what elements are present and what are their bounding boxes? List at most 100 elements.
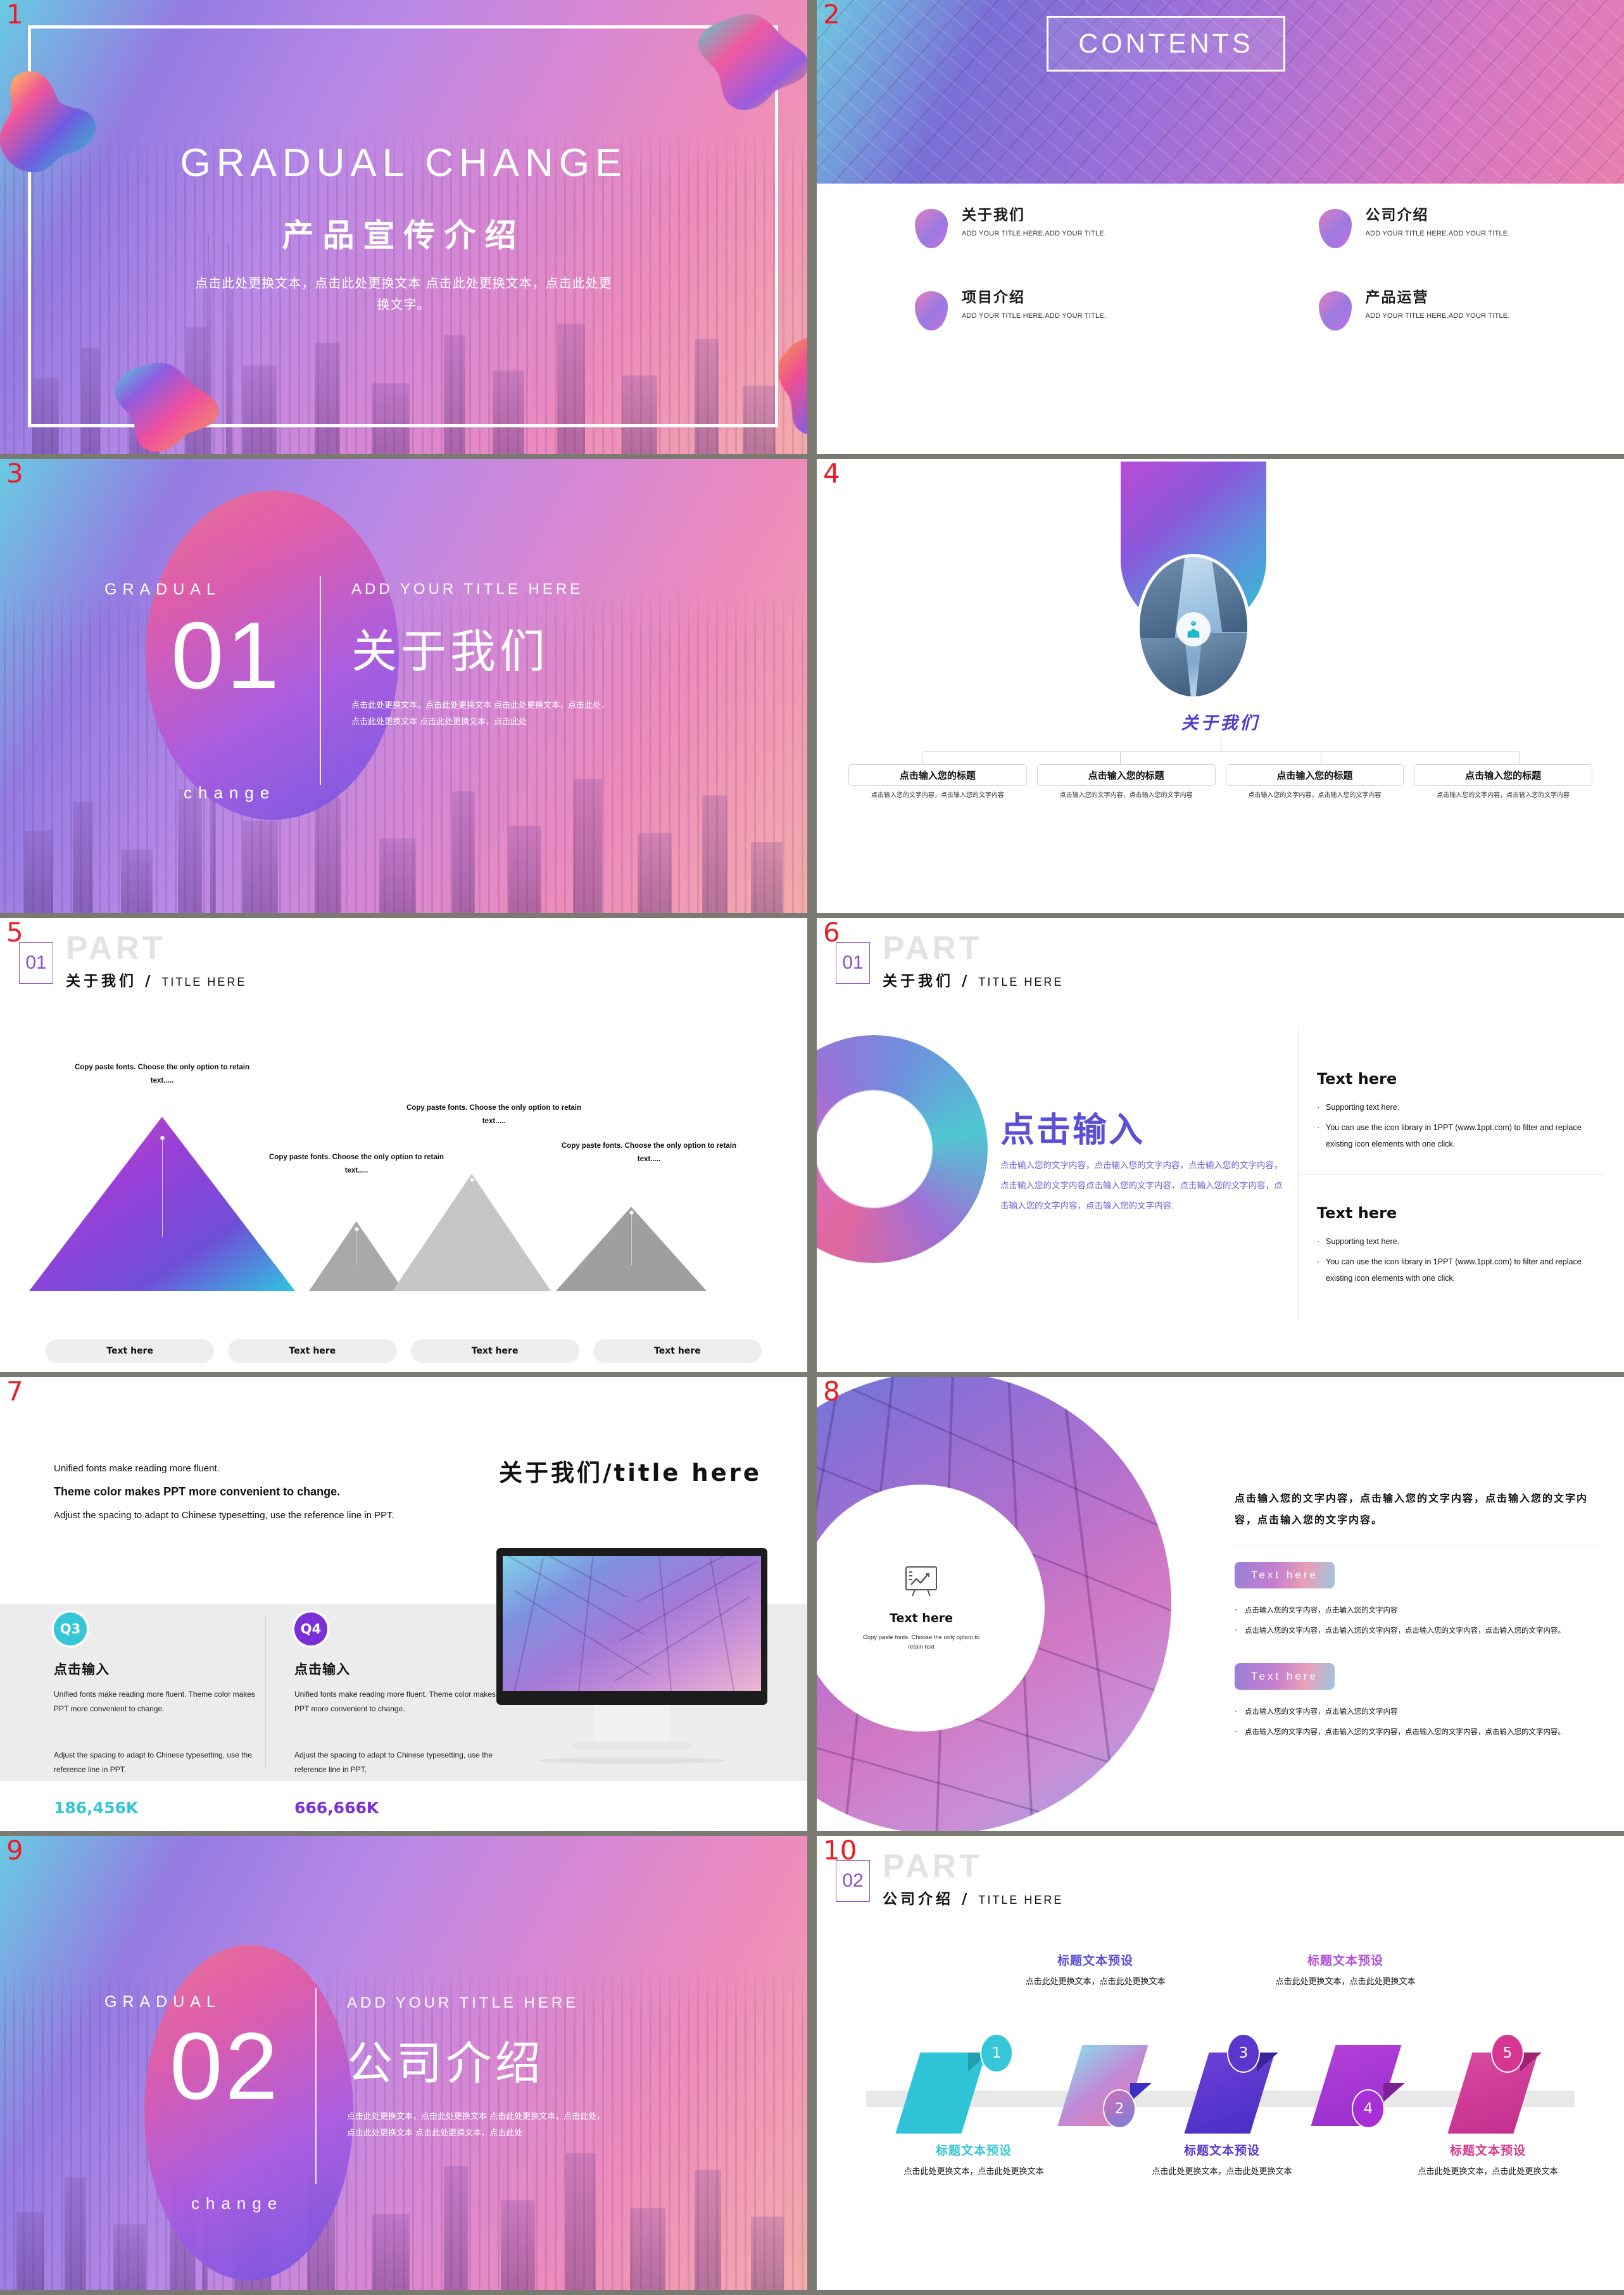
chart-presentation-icon [905, 1566, 937, 1597]
slide-thumbnail-grid: GRADUAL CHANGE 产品宣传介绍 点击此处更换文本，点击此处更换文本 … [0, 0, 1624, 2295]
slide-8-chip-2[interactable]: Text here [1235, 1663, 1335, 1690]
slide-3-section-number: 01 [171, 602, 282, 708]
slide-8-chip-1[interactable]: Text here [1235, 1562, 1335, 1588]
contents-item-3[interactable]: 项目介绍 ADD YOUR TITLE HERE.ADD YOUR TITLE. [817, 285, 1221, 367]
slide-4[interactable]: 关于我们 点击输入您的标题 点击输入您的文字内容，点击输入您的文字内容 点击输入… [817, 459, 1624, 913]
slide-number-7: 7 [6, 1377, 23, 1407]
slide-4-card-1[interactable]: 点击输入您的标题 点击输入您的文字内容，点击输入您的文字内容 [848, 764, 1027, 801]
slide-6-block-2-bullet-1: Supporting text here. [1326, 1237, 1400, 1246]
slide-3-add-title: ADD YOUR TITLE HERE [351, 581, 584, 598]
slide-3-gradual-label: GRADUAL [104, 581, 221, 598]
slide-4-card-2[interactable]: 点击输入您的标题 点击输入您的文字内容，点击输入您的文字内容 [1036, 764, 1216, 801]
slide-3[interactable]: GRADUAL 01 change ADD YOUR TITLE HERE 关于… [0, 459, 807, 913]
list-item: · You can use the icon library in 1PPT (w… [1317, 1119, 1605, 1152]
step-2-circle: 2 [1103, 2089, 1136, 2128]
slide-7-column-2: Q4 点击输入 Unified fonts make reading more … [294, 1613, 503, 1817]
slide-number-1: 1 [6, 0, 23, 30]
contents-item-4-sub: ADD YOUR TITLE HERE.ADD YOUR TITLE. [1365, 312, 1510, 320]
slide-8-block-1-bullets: · 点击输入您的文字内容，点击输入您的文字内容 · 点击输入您的文字内容，点击输入您… [1235, 1602, 1599, 1638]
monitor-mockup [496, 1548, 767, 1764]
slide-7-badge-q3: Q3 [54, 1613, 87, 1645]
slide-8-circle-text: Copy paste fonts. Choose the only option… [862, 1634, 980, 1651]
team-icon [1176, 612, 1211, 647]
slide-6-part-subtitle: 关于我们 / TITLE HERE [883, 973, 1064, 990]
monitor-base [573, 1742, 691, 1750]
slide-4-card-row: 点击输入您的标题 点击输入您的文字内容，点击输入您的文字内容 点击输入您的标题 … [848, 764, 1592, 801]
slide-5-button-4[interactable]: Text here [593, 1339, 762, 1363]
slide-10-part-number: 02 [842, 1870, 864, 1891]
slide-8-block-2: Text here · 点击输入您的文字内容，点击输入您的文字内容 · 点击输入您的… [1235, 1663, 1599, 1739]
slide-6[interactable]: 01 PART 关于我们 / TITLE HERE 点击输入 点击输入您的文字内… [817, 918, 1624, 1372]
slide-1-title-cn: 产品宣传介绍 [282, 217, 526, 254]
slide-7-column-1: Q3 点击输入 Unified fonts make reading more … [54, 1613, 263, 1817]
slide-7-col-1-head: 点击输入 [54, 1662, 110, 1677]
slide-10-part-subtitle: 公司介绍 / TITLE HERE [883, 1891, 1064, 1908]
step-2-text: 点击此处更换文本，点击此处更换文本 [1025, 1977, 1166, 1987]
monitor-bezel [496, 1548, 767, 1705]
part-number-box: 02 [836, 1860, 870, 1902]
slide-5[interactable]: 01 PART 关于我们 / TITLE HERE Copy paste fon… [0, 918, 807, 1372]
slide-number-2: 2 [823, 0, 840, 30]
slide-8[interactable]: Text here Copy paste fonts. Choose the o… [817, 1377, 1624, 1831]
slide-9-title-cn: 公司介绍 [347, 2037, 545, 2090]
slide-7-line-1: Unified fonts make reading more fluent. [54, 1463, 220, 1474]
step-4-circle: 4 [1352, 2089, 1385, 2128]
slide-4-card-4[interactable]: 点击输入您的标题 点击输入您的文字内容，点击输入您的文字内容 [1414, 764, 1592, 801]
slide-6-part-number: 01 [842, 952, 864, 973]
slide-7[interactable]: Unified fonts make reading more fluent. … [0, 1377, 807, 1831]
slide-number-6: 6 [823, 918, 840, 948]
step-1-text: 点击此处更换文本，点击此处更换文本 [903, 2167, 1044, 2177]
slide-5-button-3[interactable]: Text here [410, 1339, 579, 1363]
slide-5-part-word: PART [66, 930, 166, 967]
slide-10-part-en: TITLE HERE [978, 1894, 1064, 1906]
slide-7-col-2-text-2: Adjust the spacing to adapt to Chinese t… [294, 1751, 493, 1774]
gradient-blob-bottom-left [114, 361, 225, 454]
slide-2[interactable]: CONTENTS 关于我们 ADD YOUR TITLE HERE.ADD YO… [817, 0, 1624, 454]
slide-5-part-cn: 关于我们 [66, 973, 137, 990]
slide-9-desc-line-2: 点击此处更换文本 点击此处更换文本，点击此处 [347, 2128, 523, 2138]
slide-4-card-4-text: 点击输入您的文字内容，点击输入您的文字内容 [1437, 792, 1570, 799]
contents-item-1[interactable]: 关于我们 ADD YOUR TITLE HERE.ADD YOUR TITLE. [817, 203, 1221, 285]
slide-8-block-2-bullets: · 点击输入您的文字内容，点击输入您的文字内容 · 点击输入您的文字内容，点击输入您… [1235, 1704, 1599, 1739]
slide-6-part-word: PART [883, 930, 983, 967]
slide-8-right-column: 点击输入您的文字内容，点击输入您的文字内容，点击输入您的文字内容，点击输入您的文… [1235, 1488, 1599, 1739]
contents-item-4-title: 产品运营 [1365, 289, 1429, 306]
slide-1[interactable]: GRADUAL CHANGE 产品宣传介绍 点击此处更换文本，点击此处更换文本 … [0, 0, 807, 454]
slide-10[interactable]: 02 PART 公司介绍 / TITLE HERE 1 标题文本预设 点击此处更… [817, 1836, 1624, 2290]
slide-6-block-2: Text here · Supporting text here. · You ca… [1317, 1204, 1605, 1290]
slide-6-block-2-bullets: · Supporting text here. · You can use the … [1317, 1233, 1605, 1286]
list-item: · Supporting text here. [1317, 1099, 1605, 1116]
slide-5-button-1[interactable]: Text here [46, 1339, 215, 1363]
slide-7-intro: Unified fonts make reading more fluent. … [54, 1459, 408, 1525]
slide-9[interactable]: GRADUAL 02 change ADD YOUR TITLE HERE 公司… [0, 1836, 807, 2290]
chart-note-4: Copy paste fonts. Choose the only option… [561, 1142, 736, 1163]
horizontal-divider [1298, 1174, 1605, 1175]
leader-dot-1 [160, 1136, 165, 1140]
slide-5-part-en: TITLE HERE [161, 976, 247, 988]
slide-7-col-2-text: Unified fonts make reading more fluent. … [294, 1690, 496, 1713]
slide-number-9: 9 [6, 1836, 23, 1866]
slide-7-col-2-number: 666,666K [294, 1799, 379, 1817]
slide-3-title-cn: 关于我们 [351, 625, 550, 678]
slide-9-desc-line-1: 点击此处更换文本，点击此处更换文本 点击此处更换文本，点击此处， [347, 2112, 605, 2122]
leader-line-4 [631, 1213, 632, 1265]
slide-5-button-2[interactable]: Text here [228, 1339, 397, 1363]
monitor-shadow [537, 1757, 727, 1764]
slide-4-card-3[interactable]: 点击输入您的标题 点击输入您的文字内容，点击输入您的文字内容 [1225, 764, 1404, 801]
drop-icon [915, 291, 948, 330]
contents-item-4[interactable]: 产品运营 ADD YOUR TITLE HERE.ADD YOUR TITLE. [1221, 285, 1624, 367]
slide-6-block-1-bullets: · Supporting text here. · You can use the … [1317, 1099, 1605, 1152]
contents-item-2[interactable]: 公司介绍 ADD YOUR TITLE HERE.ADD YOUR TITLE. [1221, 203, 1624, 285]
drop-icon [915, 209, 948, 248]
contents-list: 关于我们 ADD YOUR TITLE HERE.ADD YOUR TITLE.… [817, 203, 1624, 367]
contents-item-2-sub: ADD YOUR TITLE HERE.ADD YOUR TITLE. [1365, 230, 1510, 237]
contents-row-1: 关于我们 ADD YOUR TITLE HERE.ADD YOUR TITLE.… [817, 203, 1624, 285]
vertical-divider [320, 576, 321, 785]
slide-number-5: 5 [6, 918, 23, 948]
chart-note-1: Copy paste fonts. Choose the only option… [74, 1064, 249, 1085]
slide-9-change-label: change [191, 2194, 284, 2213]
contents-item-2-title: 公司介绍 [1365, 207, 1429, 223]
slide-6-headline-cn: 点击输入 [1000, 1110, 1145, 1150]
drop-icon [1318, 209, 1352, 248]
leader-dot-4 [629, 1210, 634, 1215]
